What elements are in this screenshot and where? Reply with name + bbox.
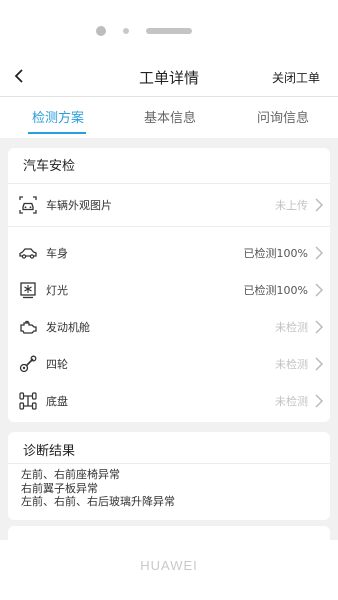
status-text: 已检测100% [243,247,308,260]
earpiece-speaker [146,28,192,34]
list-item-label: 四轮 [46,358,68,371]
inspection-card: 汽车安检 车辆外观图片 未上传 车身 已检测100% 灯光 已检测100% 发动… [8,148,330,422]
diagnosis-card: 诊断结果 左前、右前座椅异常 右前翼子板异常 左前、右前、右后玻璃升降异常 [8,432,330,520]
divider [8,183,330,184]
status-text: 未上传 [275,199,308,212]
chevron-right-icon [315,394,324,408]
diagnosis-line: 左前、右前座椅异常 [21,468,120,481]
brand-logo: HUAWEI [140,558,198,573]
list-item-lights[interactable]: 灯光 已检测100% [8,272,330,308]
sensor-dot [123,28,129,34]
diagnosis-results: 左前、右前座椅异常 右前翼子板异常 左前、右前、右后玻璃升降异常 [21,468,175,509]
list-item-label: 车辆外观图片 [46,199,112,212]
list-item-label: 灯光 [46,284,68,297]
status-text: 未检测 [275,321,308,334]
chevron-right-icon [315,246,324,260]
section-title: 汽车安检 [23,159,76,174]
list-item-engine-bay[interactable]: 发动机舱 未检测 [8,309,330,345]
nav-bar: 工单详情 关闭工单 [0,58,338,97]
wheel-icon [19,355,37,373]
front-camera [96,26,106,36]
status-text: 未检测 [275,395,308,408]
diagnosis-line: 左前、右前、右后玻璃升降异常 [21,495,175,508]
list-item-label: 车身 [46,247,68,260]
tab-inquiry-info[interactable]: 问询信息 [257,107,309,126]
divider [8,463,330,464]
tab-bar: 检测方案 基本信息 问询信息 [0,97,338,137]
vehicle-photo-row[interactable]: 车辆外观图片 未上传 [8,187,330,223]
diagnosis-line: 右前翼子板异常 [21,481,98,495]
list-item-label: 发动机舱 [46,321,90,334]
engine-icon [20,320,37,334]
light-icon [20,282,36,299]
close-order-button[interactable]: 关闭工单 [272,69,320,86]
list-item-four-wheels[interactable]: 四轮 未检测 [8,346,330,382]
active-tab-indicator [28,132,86,134]
list-item-label: 底盘 [46,395,68,408]
divider [8,226,330,227]
list-item-chassis[interactable]: 底盘 未检测 [8,383,330,419]
chevron-right-icon [315,198,324,212]
status-text: 未检测 [275,358,308,371]
phone-bezel [0,0,338,58]
list-item-car-body[interactable]: 车身 已检测100% [8,235,330,271]
tab-basic-info[interactable]: 基本信息 [144,107,196,126]
car-body-icon [19,248,37,259]
chassis-icon [19,392,37,410]
chevron-right-icon [315,320,324,334]
chevron-right-icon [315,357,324,371]
chevron-right-icon [315,283,324,297]
status-text: 已检测100% [243,284,308,297]
section-title: 诊断结果 [23,444,76,459]
tab-inspection-plan[interactable]: 检测方案 [32,107,84,126]
car-camera-icon [19,196,37,214]
